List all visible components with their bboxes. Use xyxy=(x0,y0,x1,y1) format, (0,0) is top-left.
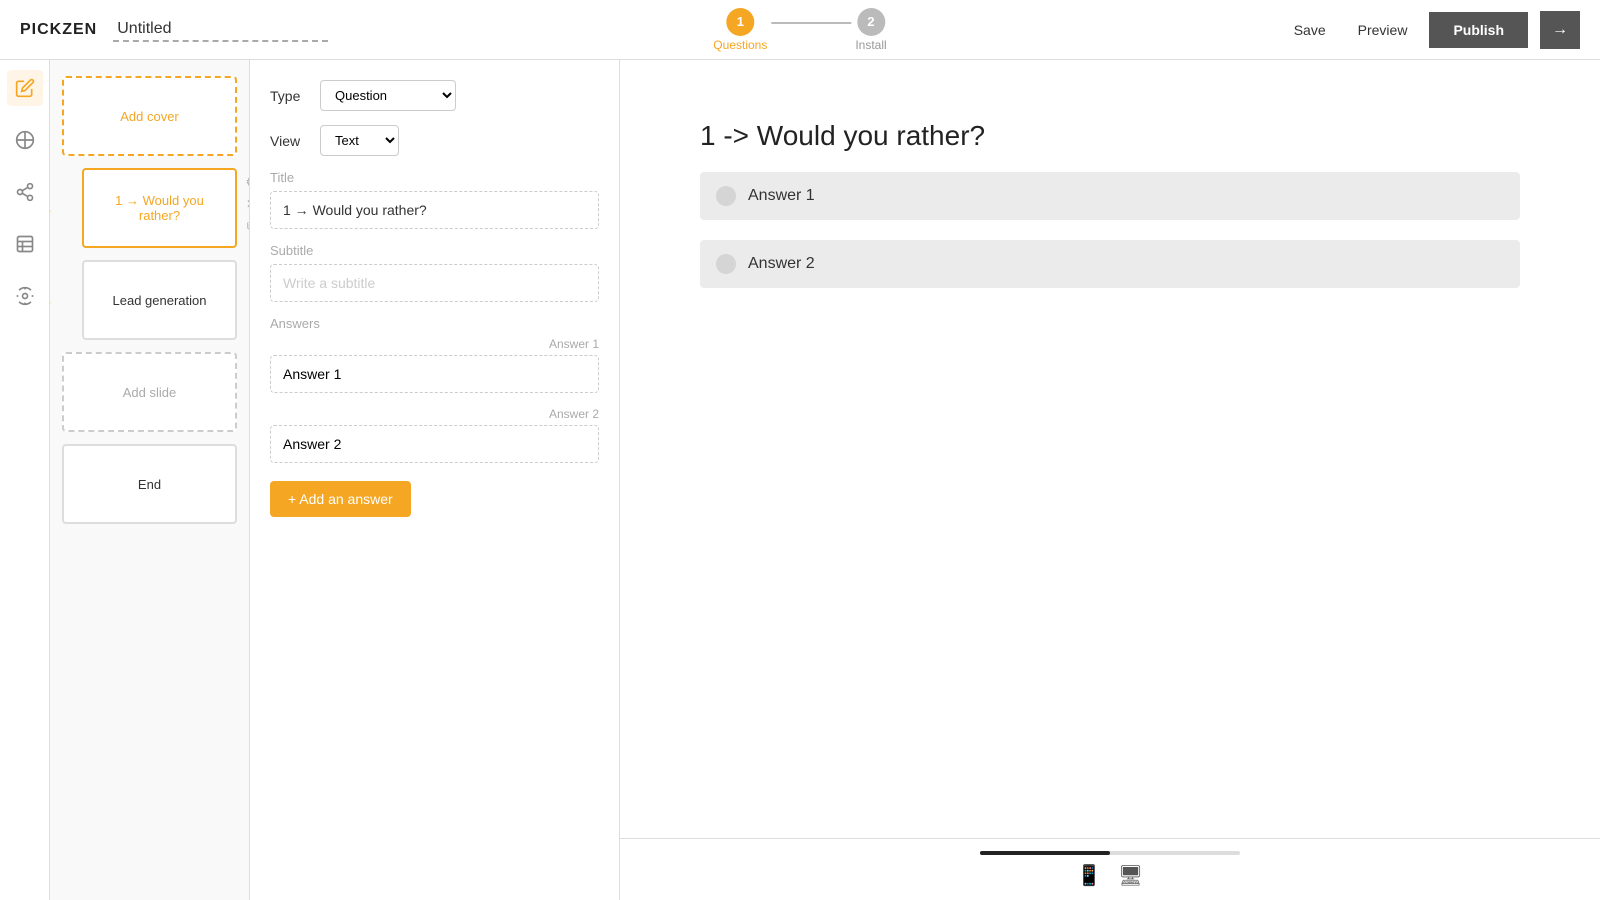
answer-2-label: Answer 2 xyxy=(270,407,599,421)
answers-section: Answers Answer 1 Answer 2 + Add an answe… xyxy=(270,316,599,517)
title-section: Title xyxy=(270,170,599,229)
answers-label: Answers xyxy=(270,316,599,331)
slide-delete-button[interactable]: ✕ xyxy=(241,194,250,214)
preview-button[interactable]: Preview xyxy=(1348,16,1418,44)
editor-panel: Type Question Lead generation End View T… xyxy=(250,60,620,900)
add-answer-button[interactable]: + Add an answer xyxy=(270,481,411,517)
title-section-label: Title xyxy=(270,170,599,185)
subtitle-section: Subtitle xyxy=(270,243,599,302)
slide-2-item: 2 Lead generation xyxy=(62,260,237,340)
end-slide-item: End xyxy=(62,444,237,524)
step-2-circle: 2 xyxy=(857,8,885,36)
mobile-icon[interactable]: 📱 xyxy=(1077,863,1102,888)
preview-question-title: 1 -> Would you rather? xyxy=(700,120,1520,152)
answer-2-input[interactable] xyxy=(270,425,599,463)
step-1-label: Questions xyxy=(713,38,767,52)
preview-content: 1 -> Would you rather? Answer 1 Answer 2 xyxy=(620,60,1600,838)
step-install[interactable]: 2 Install xyxy=(855,8,886,52)
progress-bar-fill xyxy=(980,851,1110,855)
type-label: Type xyxy=(270,88,310,104)
preview-footer: 📱 🖥 xyxy=(620,838,1600,900)
device-icons: 📱 🖥 xyxy=(1077,863,1143,888)
step-questions[interactable]: 1 Questions xyxy=(713,8,767,52)
add-slide-item: Add slide xyxy=(62,352,237,432)
table-icon-button[interactable] xyxy=(7,226,43,262)
slide-2-card[interactable]: Lead generation xyxy=(82,260,237,340)
slides-panel: Add cover 1 1 → Would you rather? ⚙ ✕ ⧉ … xyxy=(50,60,250,900)
subtitle-section-label: Subtitle xyxy=(270,243,599,258)
step-connector xyxy=(771,22,851,24)
view-row: View Text Image Video xyxy=(270,125,599,156)
preview-panel: 1 -> Would you rather? Answer 1 Answer 2… xyxy=(620,60,1600,900)
header-actions: Save Preview Publish → xyxy=(1284,11,1580,49)
theme-icon-button[interactable] xyxy=(7,122,43,158)
slide-1-item: 1 1 → Would you rather? ⚙ ✕ ⧉ xyxy=(62,168,237,248)
subtitle-field[interactable] xyxy=(270,264,599,302)
publish-button[interactable]: Publish xyxy=(1429,12,1528,48)
step-2-label: Install xyxy=(855,38,886,52)
end-slide-card[interactable]: End xyxy=(62,444,237,524)
slide-1-actions: ⚙ ✕ ⧉ xyxy=(241,172,250,236)
preview-answer-2-text: Answer 2 xyxy=(748,255,815,273)
slide-2-number: 2 xyxy=(50,293,51,307)
add-cover-card[interactable]: Add cover xyxy=(62,76,237,156)
desktop-icon[interactable]: 🖥 xyxy=(1118,863,1143,888)
share-icon-button[interactable] xyxy=(7,174,43,210)
preview-answer-1-text: Answer 1 xyxy=(748,187,815,205)
header: PICKZEN 1 Questions 2 Install Save Previ… xyxy=(0,0,1600,60)
icon-bar xyxy=(0,60,50,900)
slide-1-number: 1 xyxy=(50,201,51,215)
answer-2-wrapper: Answer 2 xyxy=(270,407,599,477)
edit-icon-button[interactable] xyxy=(7,70,43,106)
radio-circle-2 xyxy=(716,254,736,274)
view-label: View xyxy=(270,133,310,149)
preview-answer-1[interactable]: Answer 1 xyxy=(700,172,1520,220)
title-input[interactable] xyxy=(113,18,328,42)
radio-circle-1 xyxy=(716,186,736,206)
slide-settings-button[interactable]: ⚙ xyxy=(241,172,250,192)
steps-nav: 1 Questions 2 Install xyxy=(713,8,886,52)
step-1-circle: 1 xyxy=(726,8,754,36)
slide-1-card[interactable]: 1 → Would you rather? xyxy=(82,168,237,248)
slide-copy-button[interactable]: ⧉ xyxy=(241,216,250,236)
slide-cover: Add cover xyxy=(62,76,237,156)
title-field[interactable] xyxy=(270,191,599,229)
type-select[interactable]: Question Lead generation End xyxy=(320,80,456,111)
answer-1-label: Answer 1 xyxy=(270,337,599,351)
progress-bar-track xyxy=(980,851,1240,855)
answer-1-wrapper: Answer 1 xyxy=(270,337,599,407)
settings-icon-button[interactable] xyxy=(7,278,43,314)
type-row: Type Question Lead generation End xyxy=(270,80,599,111)
preview-answer-2[interactable]: Answer 2 xyxy=(700,240,1520,288)
logo: PICKZEN xyxy=(20,21,97,39)
save-button[interactable]: Save xyxy=(1284,16,1336,44)
view-select[interactable]: Text Image Video xyxy=(320,125,399,156)
export-button[interactable]: → xyxy=(1540,11,1580,49)
answer-1-input[interactable] xyxy=(270,355,599,393)
main-content: Add cover 1 1 → Would you rather? ⚙ ✕ ⧉ … xyxy=(0,60,1600,900)
add-slide-card[interactable]: Add slide xyxy=(62,352,237,432)
